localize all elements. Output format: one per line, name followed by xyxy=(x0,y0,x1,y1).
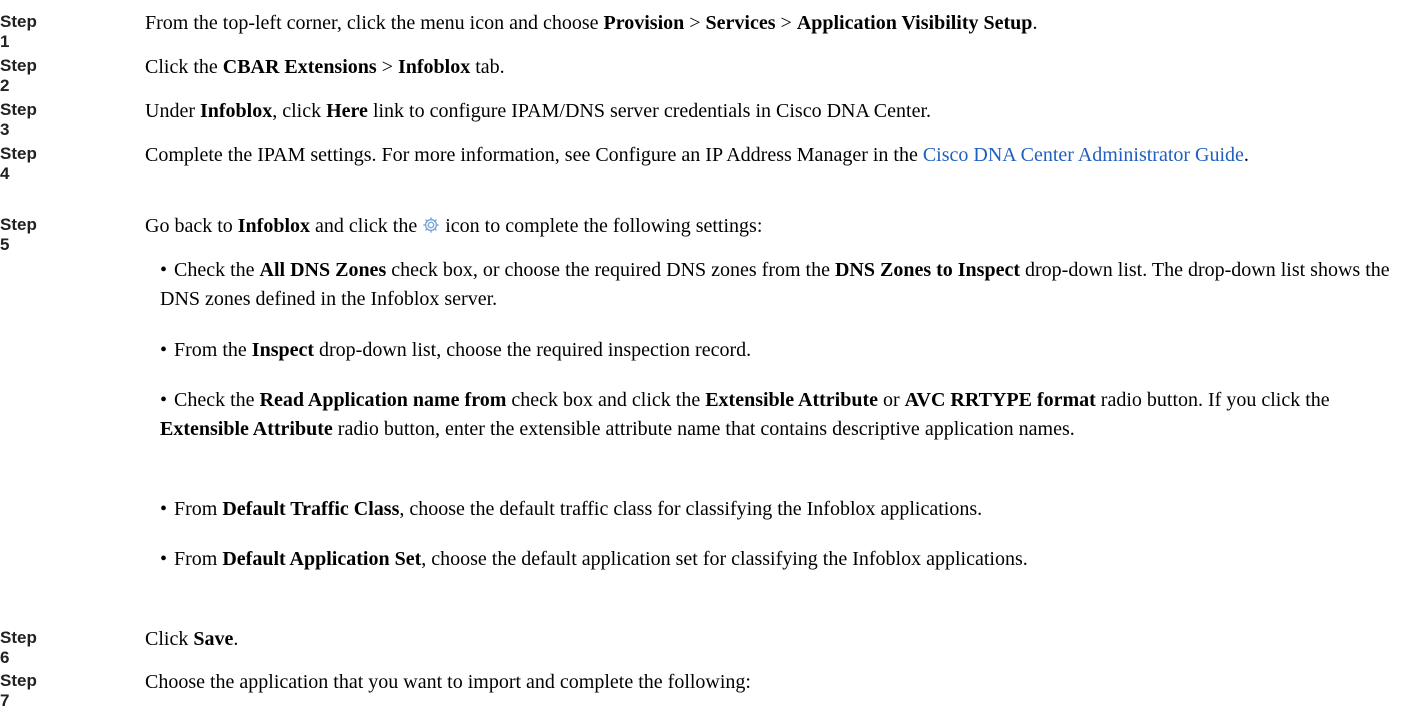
list-item: • From Default Application Set, choose th… xyxy=(160,548,1028,570)
step-label: Step 6 xyxy=(0,628,37,667)
menu-path-provision: Provision xyxy=(603,12,685,34)
step-label: Step 2 xyxy=(0,56,37,95)
step-label: Step 4 xyxy=(0,144,37,183)
procedure-document: Step 1 From the top-left corner, click t… xyxy=(0,0,1415,710)
list-item: • Check the Read Application name from ch… xyxy=(160,389,1330,440)
step-text: Click the CBAR Extensions > Infoblox tab… xyxy=(145,56,505,78)
menu-path-services: Services xyxy=(705,12,776,34)
step-label: Step 1 xyxy=(0,12,37,51)
list-item: • Check the All DNS Zones check box, or c… xyxy=(160,259,1390,310)
step-text: From the top-left corner, click the menu… xyxy=(145,12,1038,34)
step-text: Under Infoblox, click Here link to confi… xyxy=(145,100,932,122)
list-item: • From Default Traffic Class, choose the … xyxy=(160,498,983,520)
step-text: Choose the application that you want to … xyxy=(145,671,751,693)
gear-icon xyxy=(423,217,439,233)
step-label: Step 7 xyxy=(0,671,37,710)
step-label: Step 3 xyxy=(0,100,37,139)
list-item: • From the Inspect drop-down list, choose… xyxy=(160,339,752,361)
save-label: Save xyxy=(193,628,234,650)
step-text: Complete the IPAM settings. For more inf… xyxy=(145,144,1249,166)
step-text: Go back to Infoblox and click the icon t… xyxy=(145,215,763,237)
menu-path-app-visibility: Application Visibility Setup xyxy=(796,12,1033,34)
step-text: Click Save. xyxy=(145,628,239,650)
step-label: Step 5 xyxy=(0,215,37,254)
admin-guide-link[interactable]: Cisco DNA Center Administrator Guide xyxy=(923,144,1244,166)
